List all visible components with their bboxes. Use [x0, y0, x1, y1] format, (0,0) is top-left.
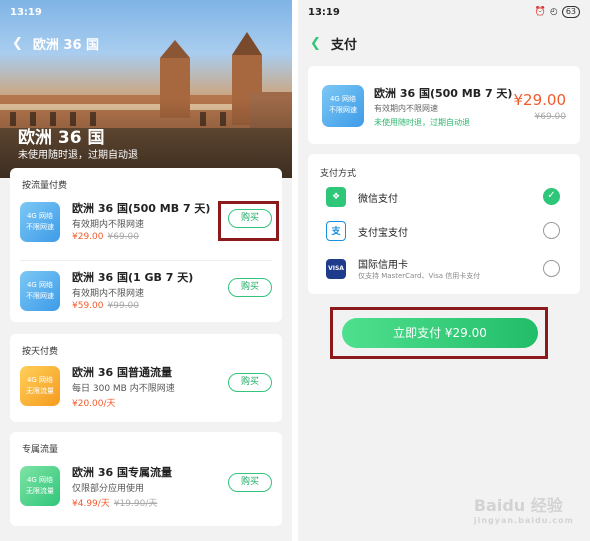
order-old-price: ¥69.00 [534, 112, 567, 122]
plan-desc: 每日 300 MB 内不限网速 [72, 384, 175, 394]
plan-badge: 4G 网络 不限网速 [20, 202, 60, 242]
alarm-icon: ⏰ [534, 7, 546, 17]
payment-option-sub: 仅支持 MasterCard、Visa 信用卡支付 [358, 272, 481, 280]
payment-option-label: 支付宝支付 [358, 228, 408, 239]
payment-label: 支付方式 [320, 169, 357, 179]
back-arrow-icon[interactable]: ❮ [12, 36, 23, 51]
visa-card-icon: VISA [326, 259, 346, 279]
order-refund-note: 未使用随时退，过期自动退 [374, 118, 470, 127]
highlight-box [218, 201, 279, 241]
alipay-icon: 支 [326, 221, 346, 241]
plan-price-row: ¥20.00/天 [72, 396, 116, 409]
payment-option-label: 国际信用卡 [358, 260, 408, 271]
plan-old-price: ¥19.90/天 [113, 499, 158, 509]
plan-title: 欧洲 36 国专属流量 [72, 466, 172, 479]
plan-price: ¥20.00/天 [72, 399, 116, 409]
plan-title: 欧洲 36 国(1 GB 7 天) [72, 271, 194, 284]
radio-unchecked-icon[interactable] [543, 222, 560, 239]
left-screen: 13:19 ❮ 欧洲 36 国 欧洲 36 国 未使用随时退，过期自动退 按流量… [0, 0, 292, 541]
hero-subtitle: 未使用随时退，过期自动退 [18, 150, 138, 161]
order-price: ¥29.00 [513, 91, 567, 109]
payment-option-label: 微信支付 [358, 194, 398, 205]
section-pay-by-day: 按天付费 4G 网络 无限流量 欧洲 36 国普通流量 每日 300 MB 内不… [10, 334, 282, 422]
status-icons: ⏰ ◴ 63 [535, 6, 580, 18]
radio-checked-icon[interactable]: ✓ [543, 188, 560, 205]
order-title: 欧洲 36 国(500 MB 7 天) [374, 87, 513, 100]
back-arrow-icon[interactable]: ❮ [310, 36, 321, 51]
payment-option-credit-card[interactable]: VISA 国际信用卡 仅支持 MasterCard、Visa 信用卡支付 [318, 254, 570, 286]
nav-bar: ❮ 欧洲 36 国 [12, 34, 99, 53]
section-label: 按流量付费 [22, 181, 68, 191]
section-label: 按天付费 [22, 347, 59, 357]
nav-title: 支付 [330, 38, 357, 53]
nav-bar: ❮ 支付 [310, 34, 357, 53]
plan-badge: 4G 网络 不限网速 [322, 85, 364, 127]
list-item[interactable]: 4G 网络 无限流量 欧洲 36 国专属流量 仅限部分应用使用 ¥4.99/天 ¥… [20, 458, 272, 522]
payment-methods-card: 支付方式 ❖ 微信支付 ✓ 支 支付宝支付 VISA 国际信用卡 仅支持 Mas… [308, 154, 580, 294]
plan-price-row: ¥4.99/天 ¥19.90/天 [72, 496, 157, 509]
plan-desc: 有效期内不限网速 [72, 220, 145, 230]
plan-badge: 4G 网络 无限流量 [20, 366, 60, 406]
plan-title: 欧洲 36 国(500 MB 7 天) [72, 202, 211, 215]
plan-price: ¥29.00 [72, 232, 104, 242]
divider [20, 260, 272, 261]
list-item[interactable]: 4G 网络 无限流量 欧洲 36 国普通流量 每日 300 MB 内不限网速 ¥… [20, 358, 272, 422]
list-item[interactable]: 4G 网络 不限网速 欧洲 36 国(1 GB 7 天) 有效期内不限网速 ¥5… [20, 263, 272, 327]
right-screen: 13:19 ⏰ ◴ 63 ❮ 支付 4G 网络 不限网速 欧洲 36 国(500… [298, 0, 590, 541]
plan-title: 欧洲 36 国普通流量 [72, 366, 172, 379]
section-label: 专属流量 [22, 445, 59, 455]
plan-price: ¥59.00 [72, 301, 104, 311]
buy-button[interactable]: 购买 [228, 373, 272, 392]
plan-desc: 有效期内不限网速 [72, 289, 145, 299]
hero-title: 欧洲 36 国 [18, 128, 105, 148]
hero-banner: 13:19 ❮ 欧洲 36 国 欧洲 36 国 未使用随时退，过期自动退 [0, 0, 292, 178]
clock-icon: ◴ [549, 7, 558, 17]
status-time: 13:19 [10, 7, 42, 18]
watermark-sub: jingyan.baidu.com [473, 516, 574, 525]
plan-price-row: ¥59.00 ¥99.00 [72, 301, 139, 311]
payment-option-alipay[interactable]: 支 支付宝支付 [318, 216, 570, 248]
plan-old-price: ¥99.00 [107, 301, 140, 311]
plan-badge: 4G 网络 不限网速 [20, 271, 60, 311]
plan-price: ¥4.99/天 [72, 499, 110, 509]
status-time: 13:19 [308, 7, 340, 18]
order-summary-card: 4G 网络 不限网速 欧洲 36 国(500 MB 7 天) 有效期内不限网速 … [308, 66, 580, 144]
buy-button[interactable]: 购买 [228, 278, 272, 297]
section-pay-by-data: 按流量付费 4G 网络 不限网速 欧洲 36 国(500 MB 7 天) 有效期… [10, 168, 282, 322]
plan-desc: 仅限部分应用使用 [72, 484, 145, 494]
payment-option-wechat[interactable]: ❖ 微信支付 ✓ [318, 182, 570, 214]
plan-badge: 4G 网络 无限流量 [20, 466, 60, 506]
buy-button[interactable]: 购买 [228, 473, 272, 492]
watermark-text: Baidu 经验 [473, 496, 563, 515]
highlight-box [330, 307, 548, 359]
plan-old-price: ¥69.00 [107, 232, 140, 242]
nav-title: 欧洲 36 国 [32, 38, 100, 53]
order-desc: 有效期内不限网速 [374, 104, 438, 113]
section-exclusive-data: 专属流量 4G 网络 无限流量 欧洲 36 国专属流量 仅限部分应用使用 ¥4.… [10, 432, 282, 526]
baidu-watermark: Baidu 经验 jingyan.baidu.com [474, 492, 574, 525]
plan-price-row: ¥29.00 ¥69.00 [72, 232, 139, 242]
battery-icon: 63 [561, 6, 580, 18]
radio-unchecked-icon[interactable] [543, 260, 560, 277]
wechat-pay-icon: ❖ [326, 187, 346, 207]
